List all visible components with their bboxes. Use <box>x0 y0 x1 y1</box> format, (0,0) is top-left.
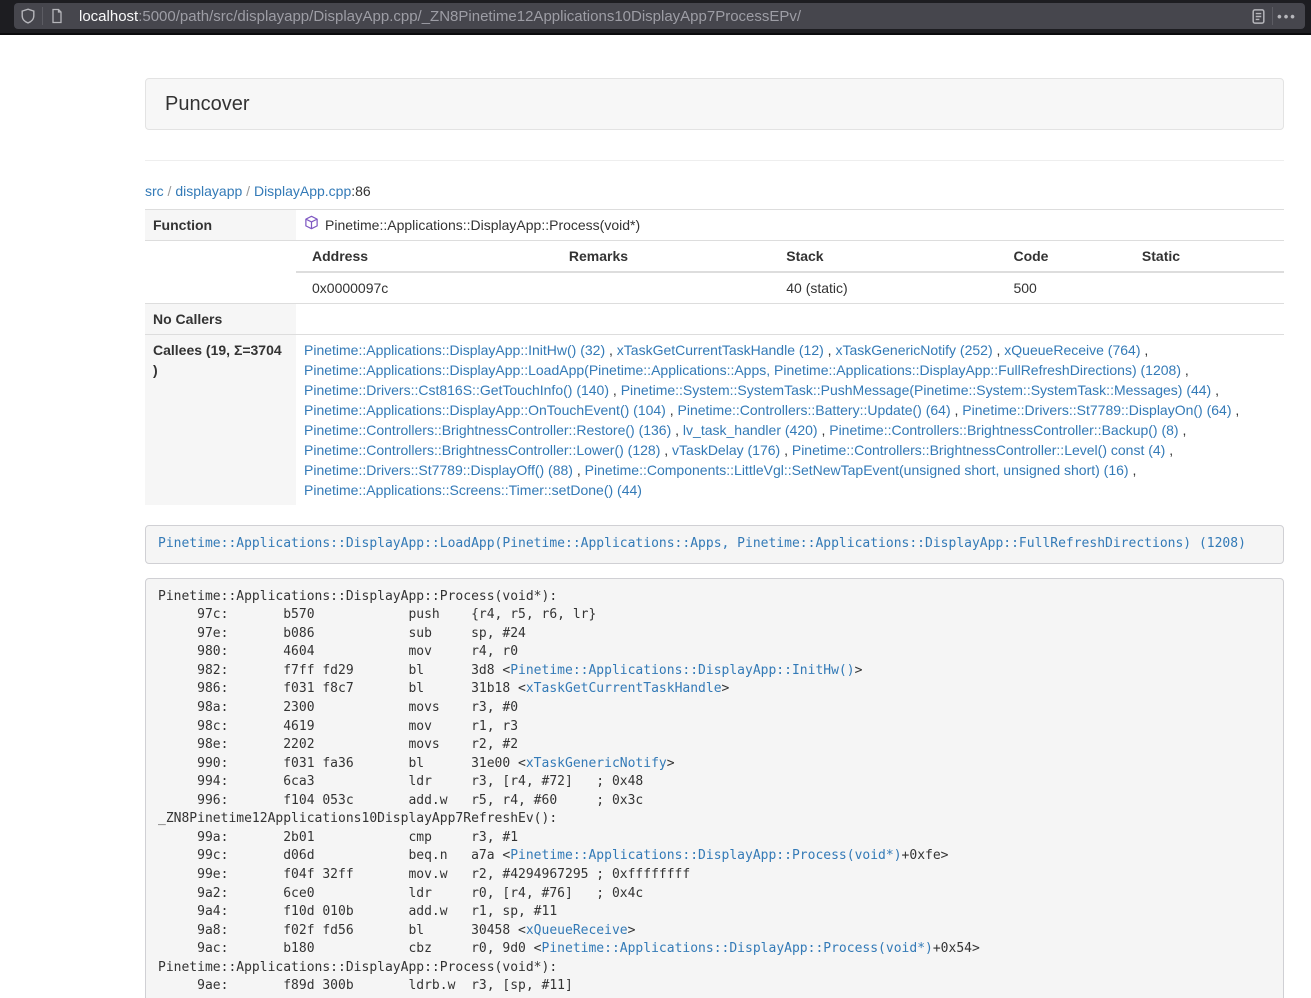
breadcrumb-separator: / <box>242 183 254 199</box>
assembly-symbol-link[interactable]: Pinetime::Applications::DisplayApp::Init… <box>510 663 854 678</box>
function-table: Function Pinetime::Applications::Display… <box>145 209 1284 505</box>
callees-list: Pinetime::Applications::DisplayApp::Init… <box>296 335 1284 506</box>
stats-column-header: Static <box>1126 241 1284 272</box>
callee-link[interactable]: xQueueReceive (764) <box>1004 342 1140 358</box>
url-path: :5000/path/src/displayapp/DisplayApp.cpp… <box>138 8 801 25</box>
assembly-line: 99e: f04f 32ff mov.w r2, #4294967295 ; 0… <box>158 866 1271 885</box>
url-host: localhost <box>79 8 138 25</box>
assembly-line: 9a2: 6ce0 ldr r0, [r4, #76] ; 0x4c <box>158 885 1271 904</box>
url-bar[interactable]: localhost:5000/path/src/displayapp/Displ… <box>14 3 1305 29</box>
callee-link[interactable]: vTaskDelay (176) <box>672 442 780 458</box>
stats-value-row: 0x0000097c 40 (static)500 <box>296 272 1284 303</box>
package-cube-icon <box>304 215 319 235</box>
callee-link[interactable]: Pinetime::Applications::Screens::Timer::… <box>304 482 642 498</box>
function-row-label: Function <box>145 210 296 241</box>
stats-header-row: AddressRemarksStackCodeStatic <box>296 241 1284 272</box>
assembly-line: 98e: 2202 movs r2, #2 <box>158 736 1271 755</box>
breadcrumb-link[interactable]: DisplayApp.cpp <box>254 183 351 199</box>
callee-link[interactable]: Pinetime::System::SystemTask::PushMessag… <box>621 382 1212 398</box>
assembly-line: 996: f104 053c add.w r5, r4, #60 ; 0x3c <box>158 792 1271 811</box>
more-options-icon[interactable]: ••• <box>1273 2 1301 30</box>
assembly-symbol-link[interactable]: xTaskGenericNotify <box>526 756 667 771</box>
assembly-line: 97e: b086 sub sp, #24 <box>158 625 1271 644</box>
stats-table: AddressRemarksStackCodeStatic 0x0000097c… <box>296 241 1284 303</box>
assembly-line: 97c: b570 push {r4, r5, r6, lr} <box>158 606 1271 625</box>
callee-link[interactable]: Pinetime::Controllers::BrightnessControl… <box>304 422 671 438</box>
assembly-line: 9ae: f89d 300b ldrb.w r3, [sp, #11] <box>158 977 1271 996</box>
reader-mode-icon[interactable] <box>1244 2 1272 30</box>
assembly-line: 99a: 2b01 cmp r3, #1 <box>158 829 1271 848</box>
assembly-symbol-link[interactable]: Pinetime::Applications::DisplayApp::Proc… <box>542 941 933 956</box>
callee-link[interactable]: Pinetime::Applications::DisplayApp::Load… <box>304 362 1181 378</box>
highlighted-symbol-box: Pinetime::Applications::DisplayApp::Load… <box>145 525 1284 564</box>
snippet-link[interactable]: Pinetime::Applications::DisplayApp::Load… <box>158 536 1246 551</box>
page-title: Puncover <box>145 78 1284 130</box>
callee-link[interactable]: Pinetime::Controllers::BrightnessControl… <box>792 442 1165 458</box>
assembly-symbol-link[interactable]: xQueueReceive <box>526 923 628 938</box>
divider-rule <box>145 160 1284 161</box>
stats-column-header: Code <box>997 241 1125 272</box>
callees-label: Callees (19, Σ=3704 ) <box>145 335 296 506</box>
assembly-line: 98a: 2300 movs r3, #0 <box>158 699 1271 718</box>
assembly-line: _ZN8Pinetime12Applications10DisplayApp7R… <box>158 810 1271 829</box>
assembly-line: Pinetime::Applications::DisplayApp::Proc… <box>158 588 1271 607</box>
stats-column-header: Stack <box>770 241 997 272</box>
shield-icon[interactable] <box>14 2 42 30</box>
assembly-line: 986: f031 f8c7 bl 31b18 <xTaskGetCurrent… <box>158 680 1271 699</box>
url-text[interactable]: localhost:5000/path/src/displayapp/Displ… <box>79 8 1244 25</box>
callee-link[interactable]: Pinetime::Applications::DisplayApp::Init… <box>304 342 605 358</box>
assembly-symbol-link[interactable]: xTaskGetCurrentTaskHandle <box>526 681 722 696</box>
assembly-line: 9a8: f02f fd56 bl 30458 <xQueueReceive> <box>158 922 1271 941</box>
callee-link[interactable]: lv_task_handler (420) <box>683 422 818 438</box>
callee-link[interactable]: Pinetime::Components::LittleVgl::SetNewT… <box>585 462 1129 478</box>
stats-value <box>553 272 770 303</box>
stats-value: 0x0000097c <box>296 272 553 303</box>
assembly-line: 98c: 4619 mov r1, r3 <box>158 718 1271 737</box>
table-row: Function Pinetime::Applications::Display… <box>145 210 1284 241</box>
table-row: No Callers <box>145 304 1284 335</box>
callee-link[interactable]: Pinetime::Drivers::Cst816S::GetTouchInfo… <box>304 382 609 398</box>
table-row: Callees (19, Σ=3704 ) Pinetime::Applicat… <box>145 335 1284 506</box>
no-callers-label: No Callers <box>145 304 296 335</box>
assembly-line: 994: 6ca3 ldr r3, [r4, #72] ; 0x48 <box>158 773 1271 792</box>
callee-link[interactable]: Pinetime::Controllers::Battery::Update()… <box>678 402 951 418</box>
assembly-listing: Pinetime::Applications::DisplayApp::Proc… <box>145 578 1284 998</box>
breadcrumb-line-number: :86 <box>351 183 370 199</box>
assembly-line: 9ac: b180 cbz r0, 9d0 <Pinetime::Applica… <box>158 940 1271 959</box>
callee-link[interactable]: Pinetime::Applications::DisplayApp::OnTo… <box>304 402 666 418</box>
stats-column-header: Remarks <box>553 241 770 272</box>
stats-column-header: Address <box>296 241 553 272</box>
callee-link[interactable]: Pinetime::Drivers::St7789::DisplayOff() … <box>304 462 573 478</box>
breadcrumb-separator: / <box>164 183 176 199</box>
breadcrumb-link[interactable]: displayapp <box>175 183 242 199</box>
callee-link[interactable]: Pinetime::Controllers::BrightnessControl… <box>304 442 660 458</box>
assembly-line: 980: 4604 mov r4, r0 <box>158 643 1271 662</box>
callee-link[interactable]: xTaskGetCurrentTaskHandle (12) <box>617 342 824 358</box>
assembly-line: 990: f031 fa36 bl 31e00 <xTaskGenericNot… <box>158 755 1271 774</box>
stats-value: 40 (static) <box>770 272 997 303</box>
breadcrumb: src / displayapp / DisplayApp.cpp:86 <box>145 181 1284 201</box>
browser-toolbar: localhost:5000/path/src/displayapp/Displ… <box>0 0 1311 35</box>
breadcrumb-link[interactable]: src <box>145 183 164 199</box>
callee-link[interactable]: Pinetime::Controllers::BrightnessControl… <box>829 422 1178 438</box>
assembly-symbol-link[interactable]: Pinetime::Applications::DisplayApp::Proc… <box>510 848 901 863</box>
callee-link[interactable]: xTaskGenericNotify (252) <box>835 342 992 358</box>
page-content: Puncover src / displayapp / DisplayApp.c… <box>145 78 1284 998</box>
table-row: AddressRemarksStackCodeStatic 0x0000097c… <box>145 241 1284 304</box>
stats-value: 500 <box>997 272 1125 303</box>
stats-value <box>1126 272 1284 303</box>
function-name: Pinetime::Applications::DisplayApp::Proc… <box>325 215 640 235</box>
callee-link[interactable]: Pinetime::Drivers::St7789::DisplayOn() (… <box>962 402 1231 418</box>
assembly-line: Pinetime::Applications::DisplayApp::Proc… <box>158 959 1271 978</box>
assembly-line: 9a4: f10d 010b add.w r1, sp, #11 <box>158 903 1271 922</box>
assembly-line: 99c: d06d beq.n a7a <Pinetime::Applicati… <box>158 847 1271 866</box>
page-icon[interactable] <box>43 2 71 30</box>
assembly-line: 982: f7ff fd29 bl 3d8 <Pinetime::Applica… <box>158 662 1271 681</box>
